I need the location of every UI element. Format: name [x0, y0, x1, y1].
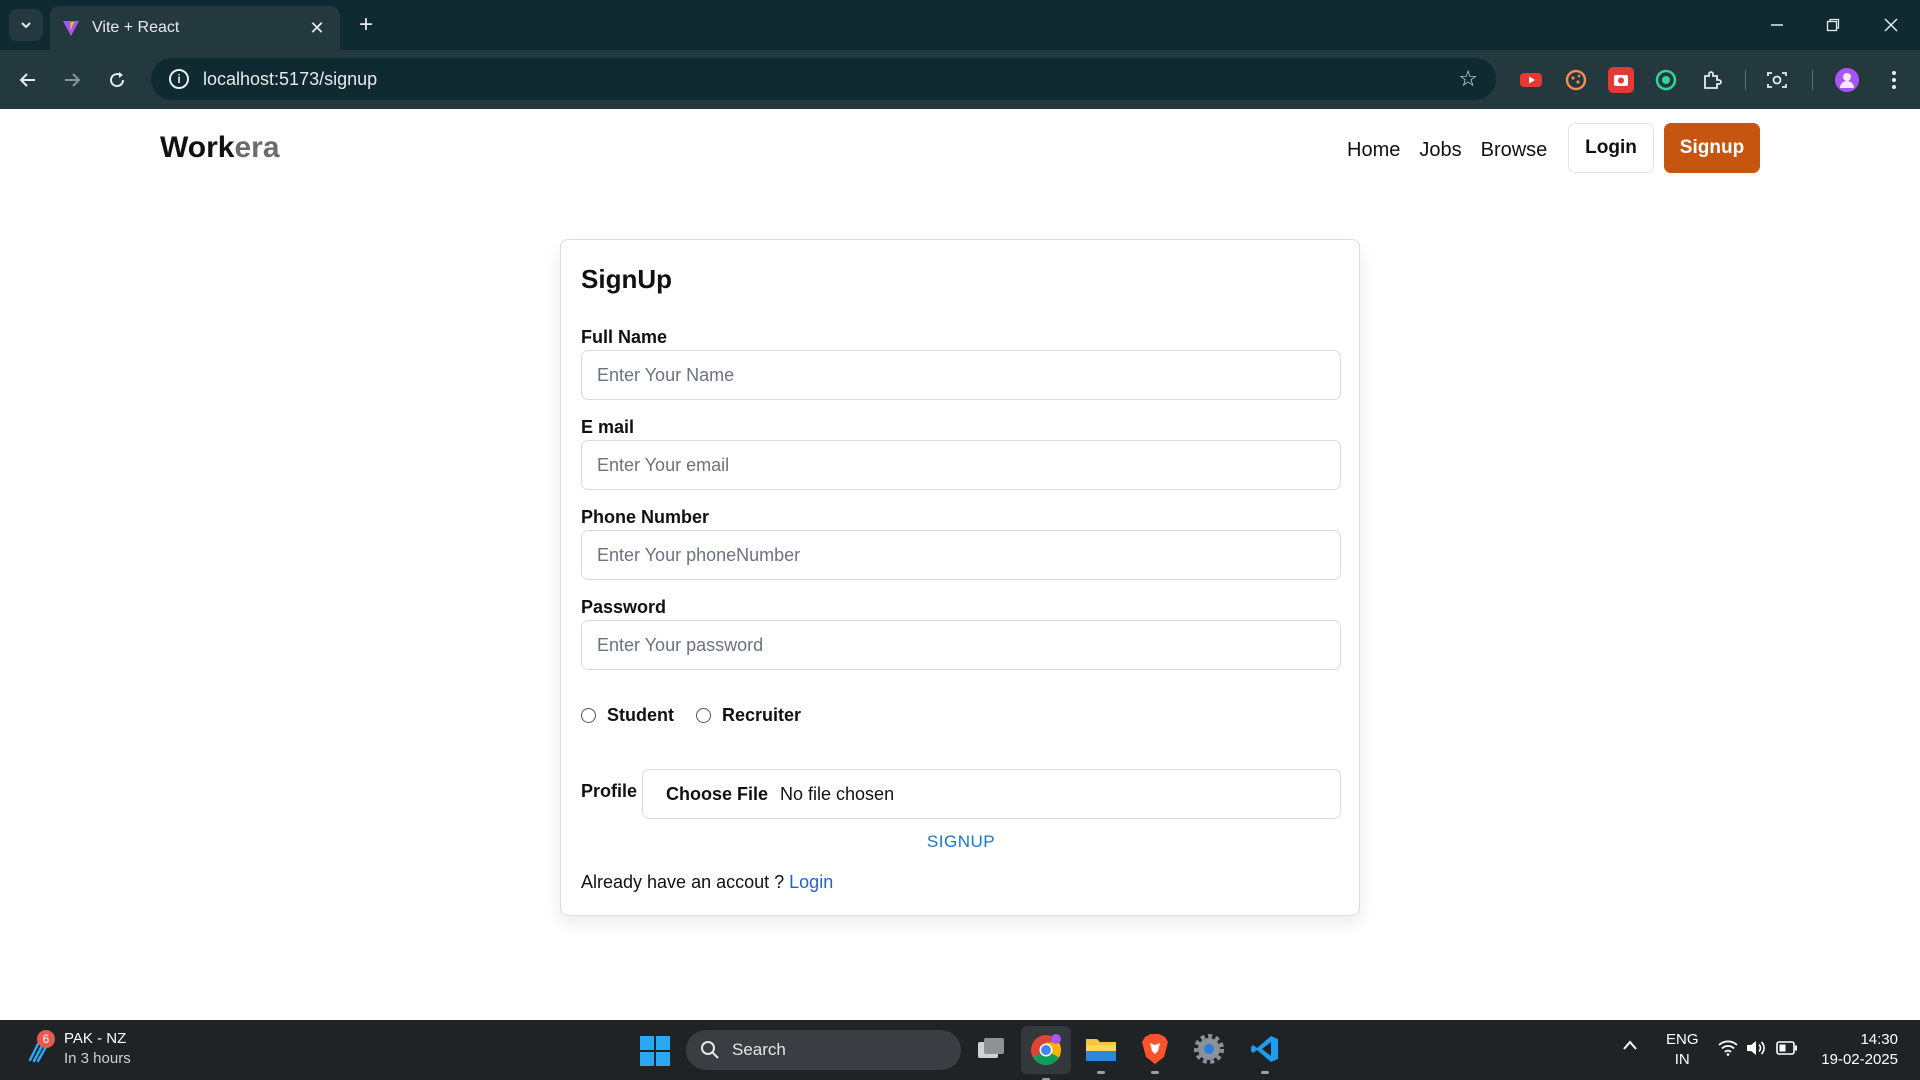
- brand-main: Work: [160, 131, 235, 164]
- screenshot-icon[interactable]: [1764, 67, 1790, 93]
- youtube-extension-icon[interactable]: [1518, 67, 1544, 93]
- nav-link-home[interactable]: Home: [1347, 139, 1400, 162]
- arrow-left-icon: [19, 73, 35, 87]
- toolbar-separator: [1812, 70, 1813, 90]
- arrow-right-icon: [65, 73, 81, 87]
- profile-file-input[interactable]: Choose File No file chosen: [642, 769, 1341, 819]
- role-option-student[interactable]: Student: [581, 705, 674, 726]
- file-status: No file chosen: [780, 783, 895, 804]
- chevron-down-icon: [21, 22, 31, 29]
- radio-recruiter[interactable]: [696, 708, 711, 723]
- role-recruiter-label: Recruiter: [722, 705, 802, 725]
- running-indicator: [1261, 1071, 1269, 1074]
- running-indicator: [1151, 1071, 1159, 1074]
- choose-file-button[interactable]: Choose File: [666, 784, 768, 805]
- close-window-button[interactable]: [1868, 10, 1914, 40]
- signup-card: SignUp Full Name E mail Phone Number Pas…: [560, 239, 1360, 916]
- lang-top: ENG: [1666, 1031, 1699, 1048]
- tab-title: Vite + React: [92, 19, 180, 36]
- task-view-icon[interactable]: [973, 1031, 1009, 1067]
- profile-label: Profile: [581, 781, 638, 801]
- password-label: Password: [581, 597, 667, 617]
- file-explorer-icon[interactable]: [1083, 1031, 1119, 1074]
- reload-button[interactable]: [102, 65, 132, 95]
- back-button[interactable]: [13, 65, 43, 95]
- screen-recorder-extension-icon[interactable]: [1608, 67, 1634, 93]
- brand-logo[interactable]: Workera: [160, 131, 280, 165]
- brand-accent: era: [234, 131, 280, 164]
- vscode-icon[interactable]: [1247, 1031, 1283, 1074]
- role-option-recruiter[interactable]: Recruiter: [696, 705, 801, 726]
- search-icon: [701, 1041, 719, 1059]
- windows-start-icon[interactable]: [640, 1036, 670, 1066]
- minimize-button[interactable]: [1754, 10, 1800, 40]
- restore-button[interactable]: [1810, 10, 1856, 40]
- nav-links: Home Jobs Browse: [1347, 139, 1547, 162]
- forward-button[interactable]: [57, 65, 87, 95]
- weather-widget[interactable]: 6 PAK - NZ In 3 hours: [24, 1029, 131, 1069]
- signup-button[interactable]: Signup: [1664, 123, 1760, 173]
- system-clock[interactable]: 14:30 19-02-2025: [1818, 1030, 1898, 1070]
- role-radio-group: Student Recruiter: [581, 705, 823, 726]
- new-tab-button[interactable]: +: [352, 11, 380, 39]
- email-label: E mail: [581, 417, 635, 437]
- cricket-icon: 6: [24, 1030, 55, 1064]
- weather-title: PAK - NZ: [64, 1030, 127, 1047]
- language-indicator[interactable]: ENG IN: [1666, 1030, 1699, 1070]
- close-tab-icon[interactable]: ✕: [306, 17, 328, 39]
- nav-link-jobs[interactable]: Jobs: [1419, 139, 1461, 162]
- cookie-extension-icon[interactable]: [1563, 67, 1589, 93]
- brave-icon[interactable]: [1137, 1031, 1173, 1074]
- search-label: Search: [732, 1040, 786, 1059]
- submit-signup-button[interactable]: SIGNUP: [921, 832, 1001, 852]
- login-prompt-text: Already have an accout ?: [581, 872, 785, 892]
- wifi-icon[interactable]: [1718, 1040, 1738, 1060]
- login-button[interactable]: Login: [1568, 123, 1654, 173]
- fullname-label: Full Name: [581, 327, 668, 347]
- close-icon: [1884, 18, 1898, 32]
- battery-icon[interactable]: [1776, 1041, 1798, 1059]
- role-student-label: Student: [607, 705, 674, 725]
- chrome-icon[interactable]: [1021, 1026, 1071, 1080]
- radio-student[interactable]: [581, 708, 596, 723]
- browser-tab-bar: Vite + React ✕ +: [0, 0, 1920, 50]
- password-input[interactable]: [581, 620, 1341, 670]
- green-circle-extension-icon[interactable]: [1653, 67, 1679, 93]
- tray-overflow-icon[interactable]: [1622, 1038, 1638, 1055]
- windows-taskbar: 6 PAK - NZ In 3 hours Search ENG IN 14:3…: [0, 1020, 1920, 1080]
- phone-input[interactable]: [581, 530, 1341, 580]
- clock-date: 19-02-2025: [1821, 1051, 1898, 1068]
- url-text[interactable]: localhost:5173/signup: [203, 69, 1458, 90]
- form-title: SignUp: [581, 264, 672, 294]
- bookmark-star-icon[interactable]: ☆: [1458, 66, 1478, 92]
- taskbar-search[interactable]: Search: [686, 1030, 961, 1070]
- reload-icon: [110, 72, 125, 88]
- login-prompt: Already have an accout ? Login: [581, 872, 833, 893]
- volume-icon[interactable]: [1746, 1040, 1766, 1060]
- clock-time: 14:30: [1860, 1031, 1898, 1048]
- nav-link-browse[interactable]: Browse: [1481, 139, 1548, 162]
- restore-icon: [1826, 18, 1840, 32]
- app-page: Workera Home Jobs Browse Login Signup Si…: [0, 109, 1920, 1020]
- browser-toolbar: i localhost:5173/signup ☆: [0, 50, 1920, 109]
- site-info-icon[interactable]: i: [169, 69, 189, 89]
- vite-icon: [63, 21, 79, 36]
- tab-search-button[interactable]: [9, 9, 43, 41]
- more-menu-icon[interactable]: [1881, 67, 1907, 93]
- running-indicator: [1097, 1071, 1105, 1074]
- extensions-puzzle-icon[interactable]: [1699, 67, 1725, 93]
- profile-avatar-icon[interactable]: [1834, 67, 1860, 93]
- address-bar[interactable]: i localhost:5173/signup ☆: [151, 58, 1496, 100]
- minimize-icon: [1771, 24, 1783, 26]
- phone-label: Phone Number: [581, 507, 710, 527]
- browser-tab[interactable]: Vite + React ✕: [50, 6, 340, 50]
- settings-icon[interactable]: [1191, 1031, 1227, 1067]
- weather-badge: 6: [37, 1030, 55, 1048]
- email-input[interactable]: [581, 440, 1341, 490]
- toolbar-separator: [1745, 70, 1746, 90]
- fullname-input[interactable]: [581, 350, 1341, 400]
- weather-sub: In 3 hours: [64, 1050, 131, 1067]
- login-link[interactable]: Login: [789, 872, 833, 892]
- lang-bottom: IN: [1674, 1051, 1690, 1068]
